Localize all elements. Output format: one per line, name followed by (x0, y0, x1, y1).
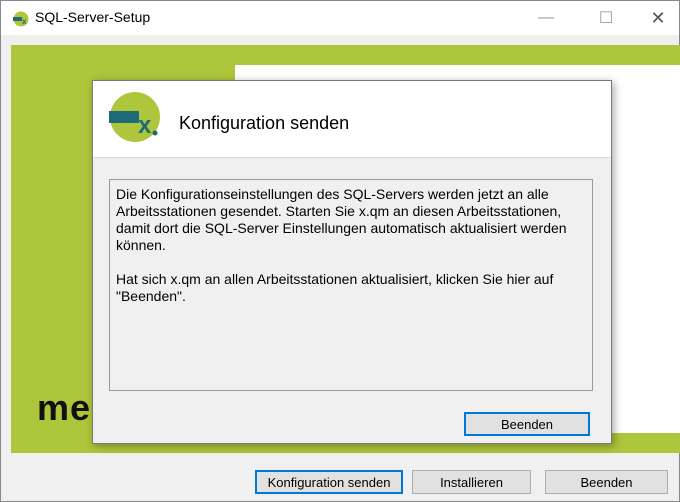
minimize-button[interactable]: — (523, 1, 569, 35)
xqm-logo-icon: x (109, 92, 160, 142)
message-box: Die Konfigurationseinstellungen des SQL-… (109, 179, 593, 391)
maximize-button[interactable]: ☐ (583, 1, 629, 35)
close-button[interactable]: ✕ (635, 1, 680, 35)
dialog-title: Konfiguration senden (179, 113, 350, 133)
window-title: SQL-Server-Setup (35, 9, 151, 25)
end-button[interactable]: Beenden (545, 470, 668, 494)
message-paragraph-2: Hat sich x.qm an allen Arbeitsstationen … (116, 271, 554, 304)
send-config-button[interactable]: Konfiguration senden (255, 470, 403, 494)
svg-text:x: x (138, 112, 152, 139)
message-paragraph-1: Die Konfigurationseinstellungen des SQL-… (116, 186, 567, 253)
title-bar: x SQL-Server-Setup — ☐ ✕ (1, 1, 679, 35)
dialog-end-button[interactable]: Beenden (464, 412, 590, 436)
dialog-header: x Konfiguration senden (93, 81, 611, 158)
install-button[interactable]: Installieren (412, 470, 531, 494)
config-dialog: x Konfiguration senden Die Konfiguration… (92, 80, 612, 444)
svg-text:x: x (22, 17, 27, 26)
app-logo-icon: x (13, 11, 29, 27)
background-text: me (37, 387, 92, 428)
